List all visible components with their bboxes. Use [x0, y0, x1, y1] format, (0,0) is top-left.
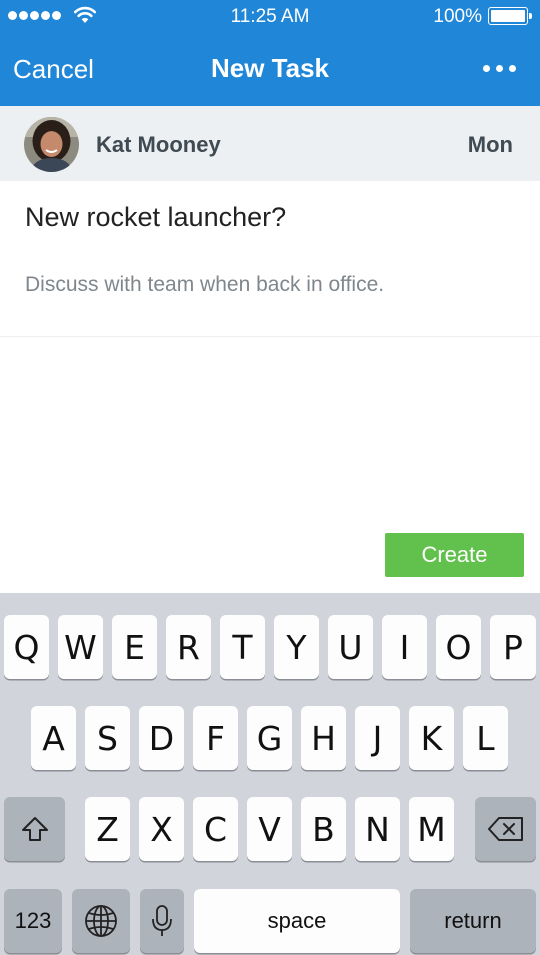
assignee-name: Kat Mooney	[96, 132, 221, 157]
key-j[interactable]: J	[355, 706, 400, 770]
microphone-icon	[152, 905, 172, 936]
header: 11:25 AM 100% Cancel New Task	[0, 0, 540, 106]
create-button[interactable]: Create	[385, 533, 524, 577]
key-b[interactable]: B	[301, 797, 346, 861]
nav-bar: Cancel New Task	[0, 32, 540, 106]
key-e[interactable]: E	[112, 615, 157, 679]
task-title-field[interactable]: New rocket launcher?	[25, 202, 286, 233]
key-w[interactable]: W	[58, 615, 103, 679]
key-m[interactable]: M	[409, 797, 454, 861]
key-c[interactable]: C	[193, 797, 238, 861]
key-y[interactable]: Y	[274, 615, 319, 679]
battery-icon	[488, 7, 532, 25]
key-i[interactable]: I	[382, 615, 427, 679]
backspace-key[interactable]	[475, 797, 536, 861]
key-v[interactable]: V	[247, 797, 292, 861]
numbers-key[interactable]: 123	[4, 889, 62, 953]
shift-icon	[21, 817, 48, 841]
key-d[interactable]: D	[139, 706, 184, 770]
globe-icon	[85, 905, 117, 937]
microphone-key[interactable]	[140, 889, 184, 953]
battery-percentage: 100%	[433, 6, 482, 27]
key-a[interactable]: A	[31, 706, 76, 770]
backspace-icon	[487, 817, 523, 841]
keyboard: Q W E R T Y U I O P A S D F G H J K L Z …	[0, 593, 540, 955]
globe-key[interactable]	[72, 889, 130, 953]
key-q[interactable]: Q	[4, 615, 49, 679]
key-x[interactable]: X	[139, 797, 184, 861]
key-r[interactable]: R	[166, 615, 211, 679]
key-k[interactable]: K	[409, 706, 454, 770]
key-n[interactable]: N	[355, 797, 400, 861]
avatar	[24, 117, 79, 172]
key-s[interactable]: S	[85, 706, 130, 770]
assignee-row[interactable]: Kat Mooney Mon	[0, 106, 540, 181]
key-f[interactable]: F	[193, 706, 238, 770]
shift-key[interactable]	[4, 797, 65, 861]
key-t[interactable]: T	[220, 615, 265, 679]
status-bar: 11:25 AM 100%	[0, 0, 540, 32]
key-h[interactable]: H	[301, 706, 346, 770]
key-u[interactable]: U	[328, 615, 373, 679]
key-g[interactable]: G	[247, 706, 292, 770]
divider	[0, 336, 540, 337]
due-day[interactable]: Mon	[468, 132, 513, 158]
key-o[interactable]: O	[436, 615, 481, 679]
return-key[interactable]: return	[410, 889, 536, 953]
key-z[interactable]: Z	[85, 797, 130, 861]
key-p[interactable]: P	[490, 615, 536, 679]
more-options-icon[interactable]	[483, 65, 516, 72]
task-description-field[interactable]: Discuss with team when back in office.	[25, 273, 384, 297]
page-title: New Task	[210, 53, 329, 83]
key-l[interactable]: L	[463, 706, 508, 770]
space-key[interactable]: space	[194, 889, 400, 953]
